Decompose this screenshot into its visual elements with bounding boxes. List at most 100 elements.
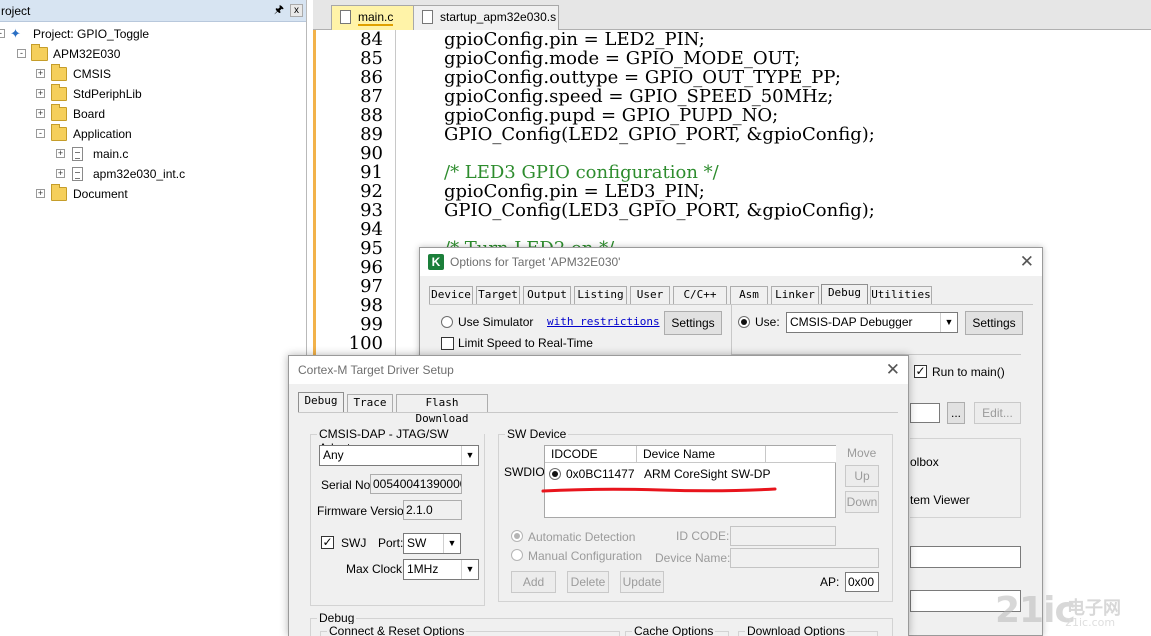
sw-device-table[interactable]: IDCODE Device Name 0x0BC11477 ARM CoreSi… xyxy=(541,445,836,518)
use-simulator-radio[interactable] xyxy=(441,316,453,328)
update-button[interactable]: Update xyxy=(620,571,664,593)
collapse-icon[interactable]: - xyxy=(36,129,45,138)
line-number: 100 xyxy=(348,333,383,354)
folder-icon xyxy=(51,84,67,101)
limit-speed-checkbox[interactable] xyxy=(441,337,454,350)
tree-item-document[interactable]: + Document xyxy=(0,184,300,204)
file-icon xyxy=(422,10,433,24)
code-comment[interactable]: /* LED3 GPIO configuration */ xyxy=(444,163,719,182)
debugger-select-value: CMSIS-DAP Debugger xyxy=(790,315,913,329)
id-code-field[interactable] xyxy=(730,526,836,546)
tree-item-label: Document xyxy=(73,187,128,201)
browse-button[interactable]: ... xyxy=(947,402,965,424)
chevron-down-icon: ▼ xyxy=(461,560,478,579)
edit-button[interactable]: Edit... xyxy=(974,402,1021,424)
tree-item-board[interactable]: + Board xyxy=(0,104,300,124)
run-to-main-checkbox[interactable]: ✓ xyxy=(914,365,927,378)
firmware-label: Firmware Version: xyxy=(317,504,414,518)
tree-item-project[interactable]: - ✦ Project: GPIO_Toggle xyxy=(0,24,300,44)
code-line[interactable]: GPIO_Config(LED2_GPIO_PORT, &gpioConfig)… xyxy=(444,125,875,144)
tab-user[interactable]: User xyxy=(630,286,670,304)
with-restrictions-link[interactable]: with restrictions xyxy=(547,315,660,328)
max-clock-select[interactable]: 1MHz ▼ xyxy=(403,559,479,580)
tab-output[interactable]: Output xyxy=(523,286,571,304)
pin-icon[interactable]: 🖈 xyxy=(272,3,286,17)
tab-asm[interactable]: Asm xyxy=(730,286,768,304)
code-line[interactable]: gpioConfig.pin = LED3_PIN; xyxy=(444,182,705,201)
debugger-select[interactable]: CMSIS-DAP Debugger ▼ xyxy=(786,312,958,333)
tab-flash-download[interactable]: Flash Download xyxy=(396,394,488,425)
tab-main-c[interactable]: main.c xyxy=(331,5,415,30)
tree-item-label: CMSIS xyxy=(73,67,112,81)
code-line[interactable]: gpioConfig.speed = GPIO_SPEED_50MHz; xyxy=(444,87,833,106)
serial-field[interactable]: 005400413900001 xyxy=(370,474,462,494)
connect-reset-group: Connect & Reset Options xyxy=(320,624,620,636)
expand-icon[interactable]: + xyxy=(56,169,65,178)
expand-icon[interactable]: + xyxy=(36,69,45,78)
expand-icon[interactable]: + xyxy=(36,189,45,198)
dialog-dll-field[interactable] xyxy=(910,546,1021,568)
automatic-detection-radio[interactable] xyxy=(511,530,523,542)
device-name-column-header[interactable]: Device Name xyxy=(637,446,766,463)
manual-configuration-radio[interactable] xyxy=(511,549,523,561)
code-line[interactable]: gpioConfig.mode = GPIO_MODE_OUT; xyxy=(444,49,800,68)
run-to-main-label: Run to main() xyxy=(932,365,1005,379)
options-dialog-titlebar: K Options for Target 'APM32E030' ✕ xyxy=(420,248,1042,276)
close-icon[interactable]: ✕ xyxy=(886,360,900,380)
project-icon: ✦ xyxy=(10,26,21,41)
tab-debug[interactable]: Debug xyxy=(298,392,344,412)
tab-debug[interactable]: Debug xyxy=(821,284,868,304)
device-name-field[interactable] xyxy=(730,548,879,568)
line-number: 93 xyxy=(360,200,383,221)
ap-field[interactable]: 0x00 xyxy=(845,572,879,592)
tab-linker[interactable]: Linker xyxy=(771,286,819,304)
chevron-down-icon: ▼ xyxy=(443,534,460,553)
code-line[interactable]: gpioConfig.outtype = GPIO_OUT_TYPE_PP; xyxy=(444,68,841,87)
move-down-button[interactable]: Down xyxy=(845,491,879,513)
tab-device[interactable]: Device xyxy=(429,286,473,304)
idcode-column-header[interactable]: IDCODE xyxy=(545,446,637,463)
tree-item-target[interactable]: - APM32E030 xyxy=(0,44,300,64)
tree-item-main-c[interactable]: + main.c xyxy=(0,144,300,164)
simulator-settings-button[interactable]: Settings xyxy=(664,311,722,335)
init-file-field[interactable] xyxy=(910,403,940,423)
tab-listing[interactable]: Listing xyxy=(574,286,627,304)
code-line[interactable]: gpioConfig.pupd = GPIO_PUPD_NO; xyxy=(444,106,778,125)
delete-button[interactable]: Delete xyxy=(567,571,609,593)
tab-c-cpp[interactable]: C/C++ xyxy=(673,286,727,304)
cortex-dialog-body: Debug Trace Flash Download CMSIS-DAP - J… xyxy=(289,384,908,636)
tab-target[interactable]: Target xyxy=(476,286,520,304)
cortex-dialog-titlebar: Cortex-M Target Driver Setup ✕ xyxy=(289,356,908,384)
code-line[interactable]: GPIO_Config(LED3_GPIO_PORT, &gpioConfig)… xyxy=(444,201,875,220)
close-icon[interactable]: ✕ xyxy=(1020,252,1034,272)
adapter-select[interactable]: Any ▼ xyxy=(319,445,479,466)
move-up-button[interactable]: Up xyxy=(845,465,879,487)
folder-icon xyxy=(51,124,67,141)
project-pane-close-button[interactable]: x xyxy=(290,4,303,17)
tab-trace[interactable]: Trace xyxy=(347,394,393,412)
tab-utilities[interactable]: Utilities xyxy=(870,286,932,304)
collapse-icon[interactable]: - xyxy=(17,49,26,58)
automatic-detection-label: Automatic Detection xyxy=(528,530,636,544)
port-select[interactable]: SW ▼ xyxy=(403,533,461,554)
expand-icon[interactable]: + xyxy=(36,89,45,98)
tree-item-cmsis[interactable]: + CMSIS xyxy=(0,64,300,84)
tab-startup-apm32e030-s[interactable]: startup_apm32e030.s xyxy=(413,5,559,30)
tree-item-application[interactable]: - Application xyxy=(0,124,300,144)
add-button[interactable]: Add xyxy=(511,571,556,593)
watermark-domain: 21ic.com xyxy=(1065,616,1116,629)
debugger-settings-button[interactable]: Settings xyxy=(965,311,1023,335)
code-line[interactable]: gpioConfig.pin = LED2_PIN; xyxy=(444,30,705,49)
expand-icon[interactable]: + xyxy=(56,149,65,158)
tree-item-stdperiphlib[interactable]: + StdPeriphLib xyxy=(0,84,300,104)
adapter-select-value: Any xyxy=(323,448,344,462)
swj-checkbox[interactable]: ✓ xyxy=(321,536,334,549)
use-debugger-radio[interactable] xyxy=(738,316,750,328)
expand-icon[interactable]: + xyxy=(36,109,45,118)
table-row[interactable]: 0x0BC11477 ARM CoreSight SW-DP xyxy=(545,464,835,484)
device-select-radio[interactable] xyxy=(549,468,561,480)
tree-item-apm32e030-int-c[interactable]: + apm32e030_int.c xyxy=(0,164,300,184)
keil-icon: K xyxy=(428,254,444,270)
ap-label: AP: xyxy=(820,575,840,589)
collapse-icon[interactable]: - xyxy=(0,29,5,38)
